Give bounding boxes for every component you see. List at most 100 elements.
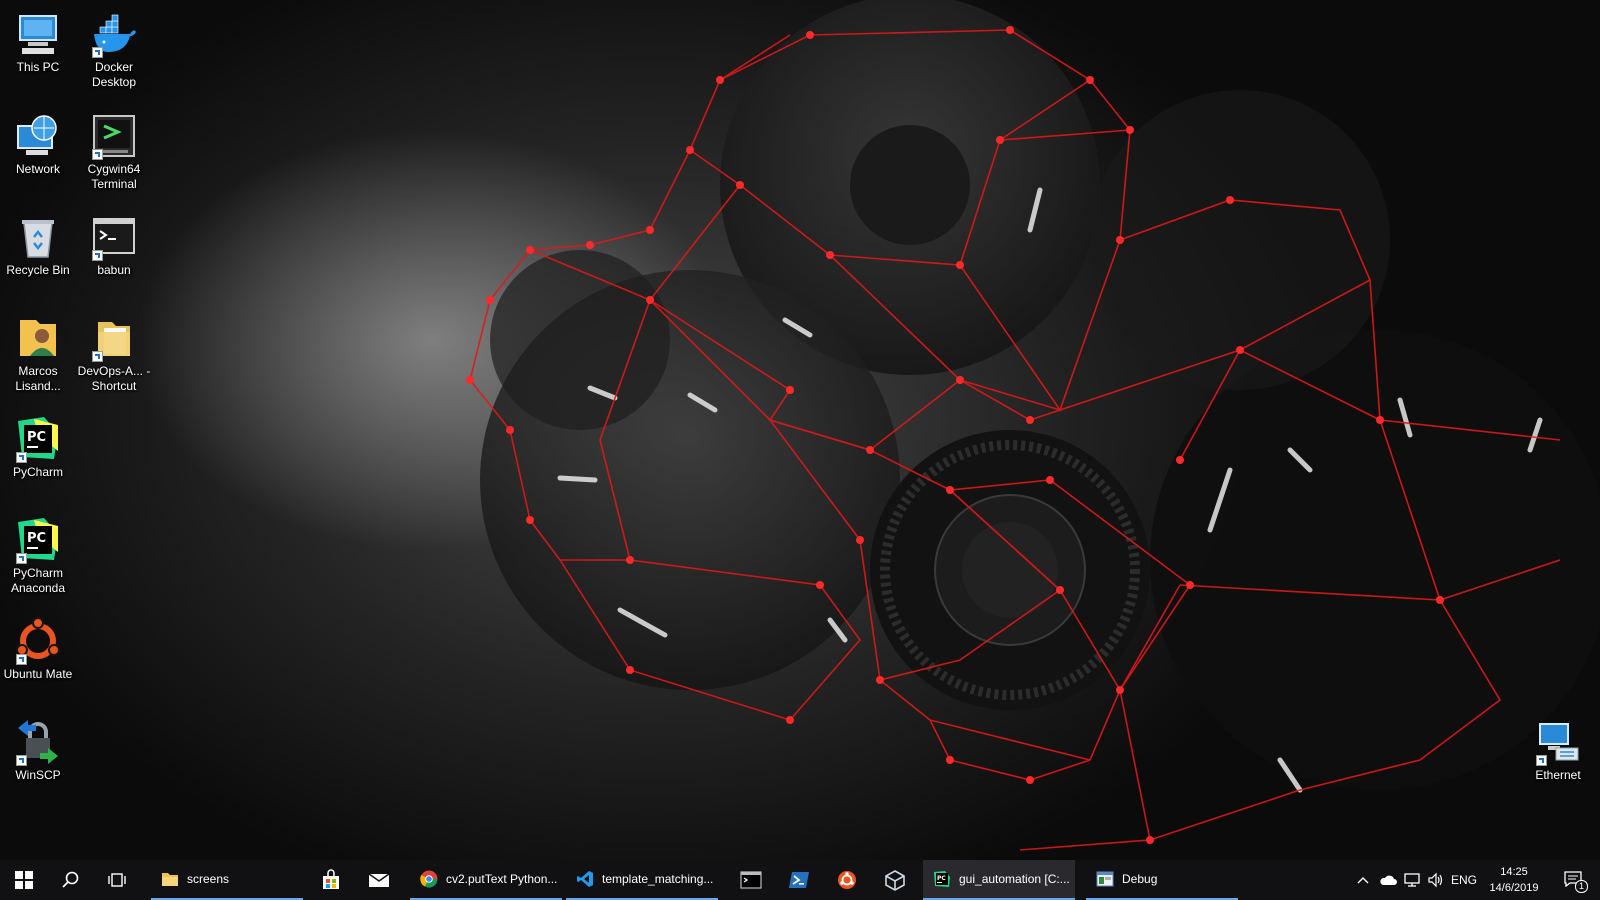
terminal-icon <box>90 112 138 160</box>
network-wired-icon <box>1404 873 1420 887</box>
clock-time: 14:25 <box>1500 866 1528 878</box>
chrome-icon <box>420 870 438 888</box>
taskbar-app-label: screens <box>187 872 230 886</box>
search-icon <box>62 871 79 888</box>
desktop-icon-babun[interactable]: babun <box>76 209 152 278</box>
cloud-icon <box>1380 875 1397 885</box>
taskbar-app-label: Debug <box>1122 872 1158 886</box>
desktop-icon-this-pc[interactable]: This PC <box>0 6 76 75</box>
desktop-icon-docker-desktop[interactable]: Docker Desktop <box>76 6 152 90</box>
desktop-wallpaper <box>0 0 1600 860</box>
winscp-icon <box>14 718 62 766</box>
network-icon <box>14 112 62 160</box>
desktop-icon-devops-shortcut[interactable]: DevOps-A... - Shortcut <box>76 310 152 394</box>
desktop-icon-label: Docker Desktop <box>91 60 137 89</box>
terminal-icon <box>90 213 138 261</box>
show-hidden-icons-button[interactable] <box>1352 860 1374 900</box>
user-folder-icon <box>14 314 62 362</box>
desktop-icon-label: Ethernet <box>1535 768 1581 782</box>
taskbar-app-label: template_matching... <box>602 872 714 886</box>
desktop-icon-label: WinSCP <box>15 768 61 782</box>
desktop-icon-pycharm[interactable]: PC PyCharm <box>0 411 76 480</box>
taskbar-mail-button[interactable] <box>356 860 402 900</box>
task-view-icon <box>108 873 126 887</box>
taskbar-virtualbox-button[interactable] <box>872 860 918 900</box>
taskbar-app-debug[interactable]: Debug <box>1086 860 1238 900</box>
shortcut-arrow-icon <box>16 553 27 564</box>
speaker-icon <box>1428 872 1443 888</box>
taskbar-app-label: cv2.putText Python... <box>446 872 558 886</box>
action-center-button[interactable]: 1 <box>1556 860 1592 900</box>
svg-text:PC: PC <box>27 531 46 546</box>
taskbar-app-pycharm[interactable]: PC gui_automation [C:... <box>923 860 1075 900</box>
shortcut-arrow-icon <box>16 755 27 766</box>
window-icon <box>1096 871 1114 887</box>
computer-icon <box>14 10 62 58</box>
terminal-icon <box>740 871 762 889</box>
desktop-icon-label: Network <box>15 162 60 176</box>
desktop-icon-ubuntu-mate[interactable]: Ubuntu Mate <box>0 613 76 682</box>
shortcut-arrow-icon <box>92 250 103 261</box>
task-view-button[interactable] <box>94 860 140 900</box>
clock-date: 14/6/2019 <box>1489 882 1539 894</box>
shortcut-arrow-icon <box>92 149 103 160</box>
taskbar: screens cv2.putText Python... template_m… <box>0 860 1600 900</box>
shortcut-arrow-icon <box>1536 755 1547 766</box>
desktop-icon-cygwin64-terminal[interactable]: Cygwin64 Terminal <box>76 108 152 192</box>
virtualbox-icon <box>885 870 905 891</box>
start-button[interactable] <box>0 860 48 900</box>
taskbar-terminal-button[interactable] <box>728 860 774 900</box>
ubuntu-icon <box>838 871 856 889</box>
ethernet-network-icon <box>1534 718 1582 766</box>
notification-count-badge: 1 <box>1575 880 1588 893</box>
clock-button[interactable]: 14:25 14/6/2019 <box>1476 864 1552 896</box>
pycharm-icon: PC <box>934 871 950 887</box>
language-label: ENG <box>1450 873 1477 887</box>
volume-button[interactable] <box>1424 860 1448 900</box>
desktop-icon-recycle-bin[interactable]: Recycle Bin <box>0 209 76 278</box>
desktop-icon-label: Cygwin64 Terminal <box>87 162 141 191</box>
mail-icon <box>368 873 390 887</box>
taskbar-store-button[interactable] <box>308 860 354 900</box>
desktop-icon-ethernet[interactable]: Ethernet <box>1520 714 1596 783</box>
desktop-icon-label: Ubuntu Mate <box>3 667 73 681</box>
shortcut-arrow-icon <box>92 47 103 58</box>
desktop-icon-label: Recycle Bin <box>6 263 70 277</box>
pycharm-icon: PC <box>14 415 62 463</box>
onedrive-button[interactable] <box>1376 860 1400 900</box>
notification-icon: 1 <box>1564 871 1588 893</box>
desktop-icon-label: DevOps-A... - Shortcut <box>77 364 151 393</box>
powershell-icon <box>789 872 809 888</box>
windows-logo-icon <box>15 871 33 889</box>
store-icon <box>323 869 339 889</box>
desktop-icon-user-folder[interactable]: Marcos Lisand... <box>0 310 76 394</box>
folder-icon <box>162 873 178 886</box>
desktop-icon-label: babun <box>97 263 131 277</box>
search-button[interactable] <box>48 860 94 900</box>
desktop-icon-label: This PC <box>16 60 60 74</box>
taskbar-ubuntu-button[interactable] <box>824 860 870 900</box>
shortcut-arrow-icon <box>16 654 27 665</box>
pycharm-icon: PC <box>14 516 62 564</box>
desktop-icon-pycharm-anaconda[interactable]: PC PyCharm Anaconda <box>0 512 76 596</box>
folder-icon <box>90 314 138 362</box>
docker-whale-icon <box>90 10 138 58</box>
taskbar-app-label: gui_automation [C:... <box>959 872 1070 886</box>
desktop-icon-label: PyCharm <box>12 465 63 479</box>
network-status-button[interactable] <box>1400 860 1424 900</box>
chevron-up-icon <box>1357 877 1369 884</box>
desktop-icon-winscp[interactable]: WinSCP <box>0 714 76 783</box>
shortcut-arrow-icon <box>16 452 27 463</box>
desktop-icon-label: PyCharm Anaconda <box>10 566 66 595</box>
desktop-icon-label: Marcos Lisand... <box>15 364 61 393</box>
wallpaper-art <box>466 0 1600 851</box>
taskbar-app-vscode[interactable]: template_matching... <box>566 860 718 900</box>
shortcut-arrow-icon <box>92 351 103 362</box>
taskbar-powershell-button[interactable] <box>776 860 822 900</box>
taskbar-app-chrome[interactable]: cv2.putText Python... <box>410 860 562 900</box>
svg-text:PC: PC <box>27 430 46 445</box>
desktop-icon-network[interactable]: Network <box>0 108 76 177</box>
ubuntu-icon <box>14 617 62 665</box>
svg-text:PC: PC <box>937 875 946 882</box>
taskbar-app-screens[interactable]: screens <box>151 860 303 900</box>
